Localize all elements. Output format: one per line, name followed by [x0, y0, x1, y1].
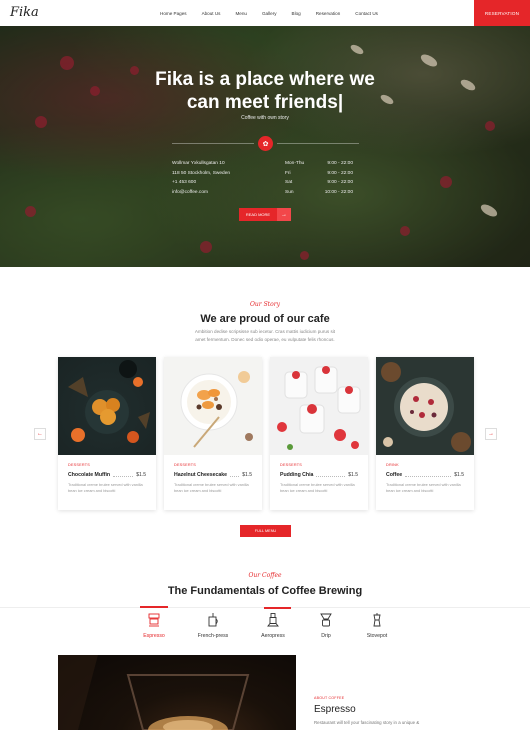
- menu-card[interactable]: DESSERTS Hazelnut Cheesecake $1.5 Tradit…: [164, 357, 262, 510]
- card-image: [58, 357, 156, 455]
- nav-item-home[interactable]: Home Pages: [160, 11, 187, 16]
- coffee-title: The Fundamentals of Coffee Brewing: [167, 585, 363, 597]
- card-category: DESSERTS: [174, 463, 196, 467]
- top-navbar: Fika Home Pages About Us Menu Gallery Bl…: [0, 0, 530, 26]
- nav-item-menu[interactable]: Menu: [235, 11, 247, 16]
- divider-left: [172, 143, 254, 144]
- carousel-next-button[interactable]: →: [485, 428, 497, 440]
- espresso-image: [58, 655, 296, 730]
- brew-category: ABOUT COFFEE: [314, 696, 345, 700]
- french-press-icon: [183, 608, 243, 628]
- aeropress-icon: [243, 608, 303, 628]
- card-description: Traditional creme brulee served with van…: [174, 482, 249, 493]
- tab-espresso[interactable]: Espresso: [124, 607, 291, 639]
- address-phone[interactable]: +1 453 600: [172, 178, 230, 188]
- card-image: [376, 357, 474, 455]
- nav-item-blog[interactable]: Blog: [292, 11, 301, 16]
- story-script-title: Our Story: [250, 301, 280, 308]
- brew-detail: ABOUT COFFEE Espresso Restaurant will te…: [314, 696, 419, 725]
- address-email[interactable]: info@coffee.com: [172, 188, 230, 198]
- read-more-label: READ MORE: [239, 208, 277, 221]
- card-name: Hazelnut Cheesecake: [174, 472, 228, 478]
- hero-section: Fika is a place where we can meet friend…: [0, 26, 530, 267]
- hero-title: Fika is a place where we can meet friend…: [155, 69, 375, 113]
- opening-hours: Mon-Thu 9:00 - 22:00 Fri 9:00 - 22:00 Sat 9…: [285, 161, 353, 195]
- carousel-prev-button[interactable]: ←: [34, 428, 46, 440]
- card-price: $1.5: [136, 472, 146, 478]
- brew-description: Restaurant will tell your fascinating st…: [314, 720, 420, 725]
- divider-right: [277, 143, 359, 144]
- card-image: [270, 357, 368, 455]
- card-name: Pudding Chia: [280, 472, 314, 478]
- full-menu-button[interactable]: FULL MENU: [240, 525, 291, 537]
- card-price: $1.5: [348, 472, 358, 478]
- arrow-right-icon: →: [277, 208, 291, 221]
- hero-subtitle: Coffee with own story: [241, 115, 289, 121]
- card-category: DESSERTS: [68, 463, 90, 467]
- nav-item-reservation[interactable]: Reservation: [316, 11, 341, 16]
- card-image: [164, 357, 262, 455]
- tab-label: Aeropress: [261, 633, 285, 639]
- card-price: $1.5: [242, 472, 252, 478]
- tab-stovepot[interactable]: Stovepot: [347, 608, 407, 639]
- story-description: Ambition dedise scripsisse sub iecetur. …: [194, 329, 336, 342]
- menu-card[interactable]: DRINK Coffee $1.5 Traditional creme brul…: [376, 357, 474, 510]
- brew-title: Espresso: [314, 704, 356, 715]
- coffee-bean-icon: ✿: [258, 136, 273, 151]
- tab-aeropress[interactable]: Aeropress: [243, 608, 303, 639]
- card-category: DRINK: [386, 463, 399, 467]
- address-city: 118 50 Stockholm, Sweden: [172, 170, 231, 176]
- card-description: Traditional creme brulee served with van…: [386, 482, 461, 493]
- address-block: Wollmar Yxkullsgatan 10 118 50 Stockholm…: [172, 159, 230, 197]
- card-name: Chocolate Muffin: [68, 472, 111, 478]
- tab-label: French-press: [197, 633, 229, 639]
- main-menu: Home Pages About Us Menu Gallery Blog Re…: [160, 0, 378, 26]
- story-title: We are proud of our cafe: [200, 313, 330, 325]
- coffee-script-title: Our Coffee: [248, 572, 282, 579]
- address-street: Wollmar Yxkullsgatan 10: [172, 161, 225, 166]
- menu-card[interactable]: DESSERTS Pudding Chia $1.5 Traditional c…: [270, 357, 368, 510]
- card-price: $1.5: [454, 472, 464, 478]
- card-category: DESSERTS: [280, 463, 302, 467]
- site-logo[interactable]: Fika: [10, 5, 39, 20]
- nav-item-contact[interactable]: Contact Us: [355, 11, 378, 16]
- tab-french-press[interactable]: French-press: [183, 608, 243, 639]
- card-name: Coffee: [386, 472, 403, 478]
- tab-label: Stovepot: [366, 633, 388, 639]
- nav-item-gallery[interactable]: Gallery: [262, 11, 277, 16]
- menu-card[interactable]: DESSERTS Chocolate Muffin $1.5 Tradition…: [58, 357, 156, 510]
- reservation-button[interactable]: RESERVATION: [474, 0, 530, 26]
- read-more-button[interactable]: READ MORE →: [239, 208, 291, 221]
- stovepot-icon: [347, 608, 407, 628]
- nav-item-about[interactable]: About Us: [202, 11, 221, 16]
- card-description: Traditional creme brulee served with van…: [280, 482, 355, 493]
- espresso-machine-icon: [124, 608, 184, 628]
- tab-label: Espresso: [143, 633, 165, 639]
- card-description: Traditional creme brulee served with van…: [68, 482, 143, 493]
